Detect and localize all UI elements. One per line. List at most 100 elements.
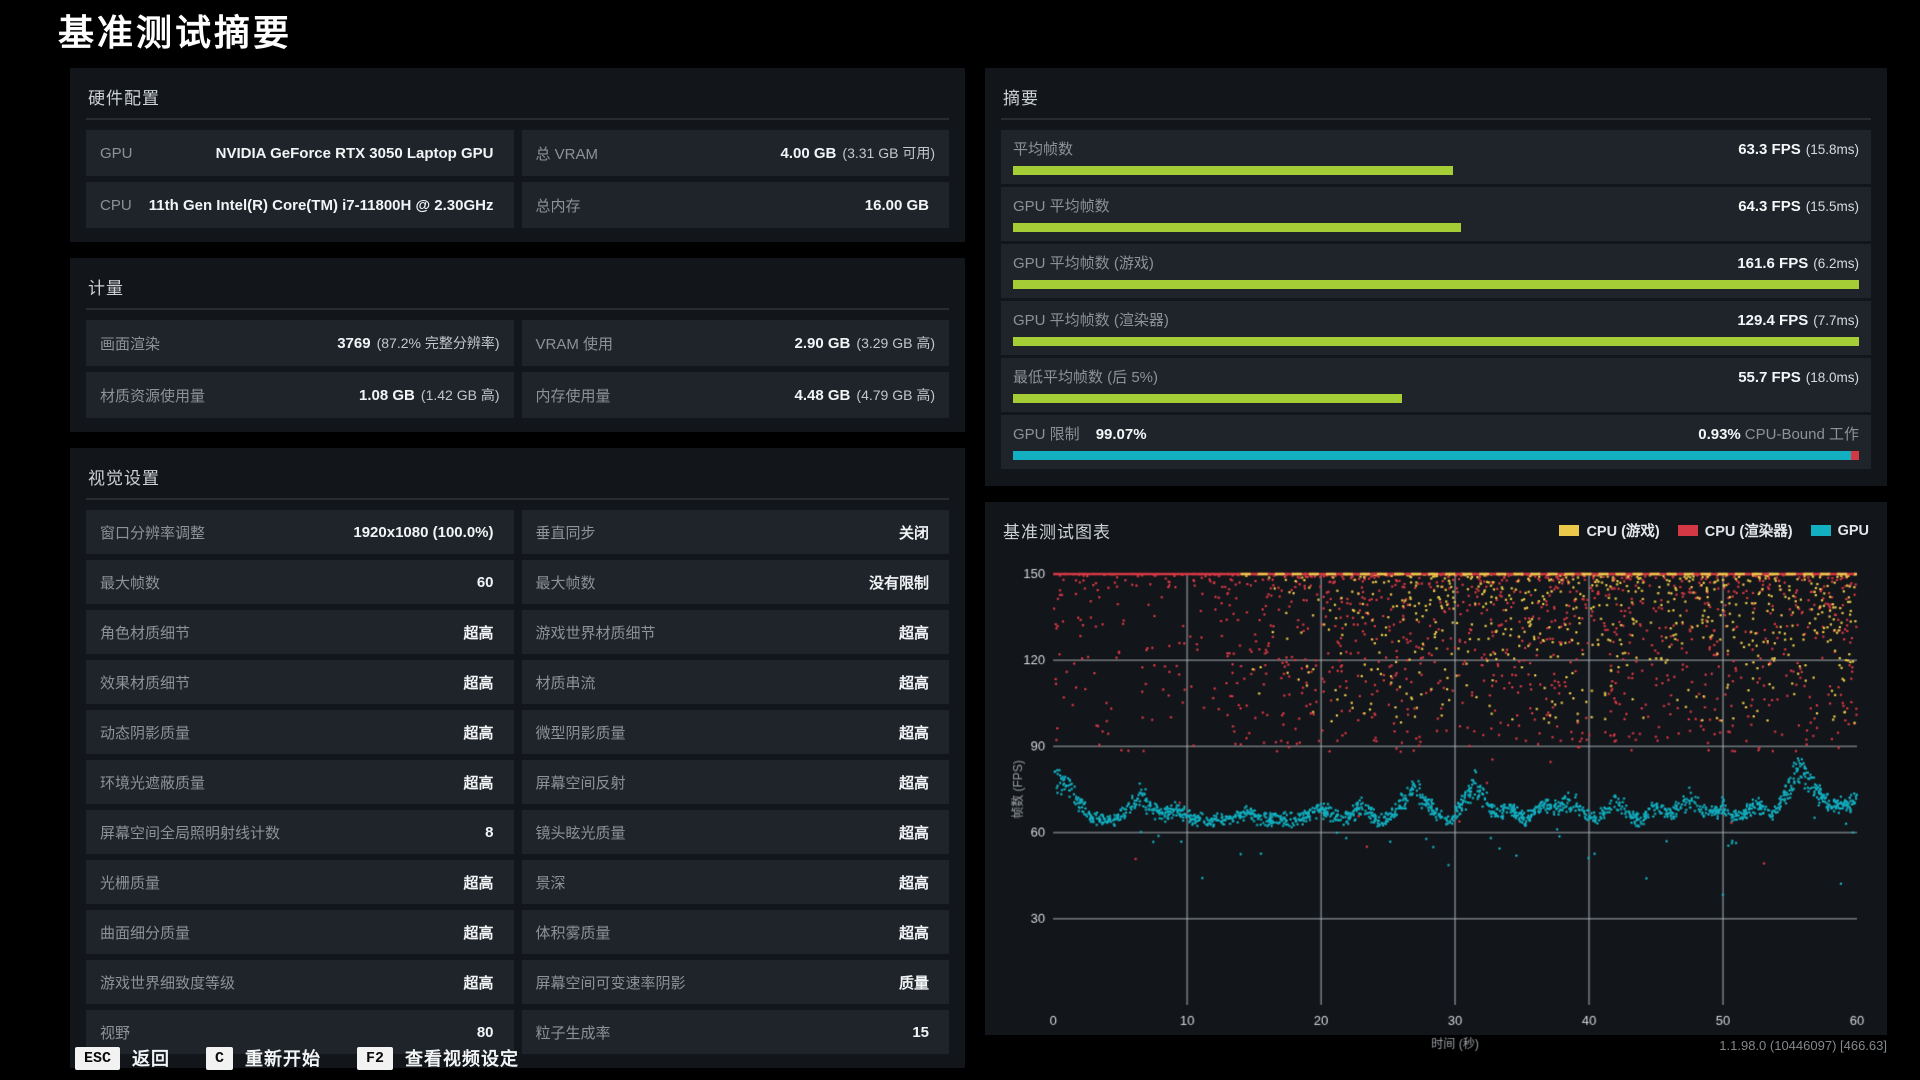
setting-row: 最大帧数 60 <box>86 560 514 604</box>
setting-row: 镜头眩光质量 超高 <box>521 810 949 854</box>
setting-label: 镜头眩光质量 <box>535 824 626 842</box>
hardware-value-suffix: (3.31 GB 可用) <box>842 145 935 161</box>
setting-label: 最大帧数 <box>100 574 161 592</box>
summary-bar-track <box>1013 337 1859 346</box>
summary-row-head: GPU 平均帧数 (渲染器) 129.4 FPS (7.7ms) <box>1013 309 1859 330</box>
summary-bar-track <box>1013 280 1859 289</box>
summary-fps-value: 63.3 FPS <box>1738 141 1801 158</box>
gpu-bound-head: GPU 限制 99.07% 0.93% CPU-Bound 工作 <box>1013 423 1859 444</box>
setting-value: 超高 <box>463 622 499 643</box>
keycap-action-label: 重新开始 <box>245 1049 322 1069</box>
setting-value-main: 超高 <box>898 824 929 842</box>
summary-metric-label: 最低平均帧数 (后 5%) <box>1013 369 1159 386</box>
setting-label: 光栅质量 <box>100 874 161 892</box>
gpu-bound-left: GPU 限制 99.07% <box>1013 423 1147 444</box>
summary-metric-label: GPU 平均帧数 <box>1013 198 1110 215</box>
setting-value-main: 没有限制 <box>868 574 929 592</box>
summary-row-head: 平均帧数 63.3 FPS (15.8ms) <box>1013 138 1859 159</box>
metric-value-main: 4.48 GB <box>794 387 851 404</box>
metric-value: 4.48 GB (4.79 GB 高) <box>795 385 935 405</box>
hardware-panel-title: 硬件配置 <box>88 89 160 108</box>
setting-value-main: 超高 <box>898 674 929 692</box>
panel-divider <box>1001 118 1871 120</box>
metric-label: VRAM 使用 <box>535 335 614 353</box>
summary-metric-value: 55.7 FPS (18.0ms) <box>1738 369 1859 386</box>
setting-value: 超高 <box>899 822 935 843</box>
summary-fps-value: 64.3 FPS <box>1738 198 1801 215</box>
metric-value-main: 3769 <box>337 335 371 352</box>
summary-fps-value: 161.6 FPS <box>1737 255 1809 272</box>
metric-label: 内存使用量 <box>535 387 611 405</box>
footer-shortcut[interactable]: C 重新开始 <box>206 1045 321 1071</box>
setting-value: 超高 <box>463 972 499 993</box>
chart-header: 基准测试图表 CPU (游戏) CPU (渲染器) GPU <box>1001 510 1871 552</box>
visual-settings-grid: 窗口分辨率调整 1920x1080 (100.0%) 垂直同步 关闭 最大帧数 … <box>86 510 949 1054</box>
setting-value-main: 超高 <box>463 924 494 942</box>
page-title: 基准测试摘要 <box>58 12 293 53</box>
setting-label: 环境光遮蔽质量 <box>100 774 206 792</box>
summary-fps-value: 129.4 FPS <box>1737 312 1809 329</box>
summary-row-head: GPU 平均帧数 (游戏) 161.6 FPS (6.2ms) <box>1013 252 1859 273</box>
setting-label: 材质串流 <box>535 674 596 692</box>
setting-row: 环境光遮蔽质量 超高 <box>86 760 514 804</box>
chart-panel: 基准测试图表 CPU (游戏) CPU (渲染器) GPU <box>985 502 1887 1062</box>
setting-value-main: 8 <box>485 823 494 841</box>
summary-row: GPU 平均帧数 (游戏) 161.6 FPS (6.2ms) <box>1001 244 1871 298</box>
hardware-panel: 硬件配置 GPU NVIDIA GeForce RTX 3050 Laptop … <box>70 68 965 242</box>
hardware-grid: GPU NVIDIA GeForce RTX 3050 Laptop GPU 总… <box>86 130 949 228</box>
hardware-value-main: 16.00 GB <box>864 196 929 214</box>
setting-value: 超高 <box>899 922 935 943</box>
legend-swatch-icon <box>1677 525 1698 536</box>
metric-value: 1.08 GB (1.42 GB 高) <box>359 385 499 405</box>
keycap[interactable]: F2 <box>357 1046 394 1070</box>
hardware-label: GPU <box>100 144 133 162</box>
visual-settings-panel: 视觉设置 窗口分辨率调整 1920x1080 (100.0%) 垂直同步 关闭 <box>70 448 965 1068</box>
setting-value: 超高 <box>899 722 935 743</box>
chart-title: 基准测试图表 <box>1003 523 1111 542</box>
summary-fps-value: 55.7 FPS <box>1738 369 1801 386</box>
setting-label: 游戏世界材质细节 <box>535 624 656 642</box>
gpu-bound-gpu-pct: 99.07% <box>1095 426 1147 443</box>
metric-value-suffix: (87.2% 完整分辨率) <box>376 335 500 351</box>
setting-row: 景深 超高 <box>521 860 949 904</box>
setting-label: 体积雾质量 <box>535 924 611 942</box>
setting-value: 超高 <box>463 922 499 943</box>
keycap-action-label: 返回 <box>132 1049 171 1069</box>
hardware-row: CPU 11th Gen Intel(R) Core(TM) i7-11800H… <box>86 182 514 228</box>
version-text: 1.1.98.0 (10446097) [466.63] <box>1719 1038 1887 1053</box>
metric-label: 材质资源使用量 <box>100 387 206 405</box>
hardware-value-main: 4.00 GB <box>780 145 837 162</box>
metric-value-main: 1.08 GB <box>359 387 415 404</box>
hardware-label: 总 VRAM <box>535 145 599 163</box>
setting-value-main: 超高 <box>463 674 494 692</box>
setting-row: 游戏世界材质细节 超高 <box>521 610 949 654</box>
metric-value: 2.90 GB (3.29 GB 高) <box>795 333 935 353</box>
summary-ms-value: (6.2ms) <box>1813 256 1859 271</box>
summary-metric-label: GPU 平均帧数 (渲染器) <box>1013 312 1169 329</box>
legend-swatch-icon <box>1810 525 1831 536</box>
hardware-row: 总内存 16.00 GB <box>521 182 949 228</box>
setting-value: 质量 <box>899 972 935 993</box>
setting-label: 屏幕空间反射 <box>535 774 626 792</box>
summary-ms-value: (15.5ms) <box>1805 199 1859 214</box>
keycap[interactable]: C <box>206 1046 234 1070</box>
panel-divider <box>86 308 949 310</box>
setting-value: 8 <box>485 824 499 841</box>
footer-shortcuts: ESC 返回 C 重新开始 F2 查看视频设定 <box>75 1045 519 1071</box>
summary-ms-value: (15.8ms) <box>1805 142 1859 157</box>
setting-row: 屏幕空间全局照明射线计数 8 <box>86 810 514 854</box>
footer-shortcut[interactable]: F2 查看视频设定 <box>357 1045 519 1071</box>
gpu-bound-right: 0.93% CPU-Bound 工作 <box>1698 423 1859 444</box>
setting-value-main: 超高 <box>463 724 494 742</box>
setting-value: 超高 <box>899 622 935 643</box>
metric-label: 画面渲染 <box>100 335 161 353</box>
footer-shortcut[interactable]: ESC 返回 <box>75 1045 170 1071</box>
setting-value: 超高 <box>463 872 499 893</box>
setting-row: 屏幕空间反射 超高 <box>521 760 949 804</box>
cpu-bound-label: CPU-Bound 工作 <box>1744 426 1859 443</box>
footer-bar: ESC 返回 C 重新开始 F2 查看视频设定 1.1.98.0 (104460… <box>0 1036 1920 1080</box>
summary-row: 平均帧数 63.3 FPS (15.8ms) <box>1001 130 1871 184</box>
keycap[interactable]: ESC <box>75 1046 121 1070</box>
summary-metric-value: 63.3 FPS (15.8ms) <box>1738 141 1859 158</box>
gpu-bound-bar <box>1013 451 1859 460</box>
